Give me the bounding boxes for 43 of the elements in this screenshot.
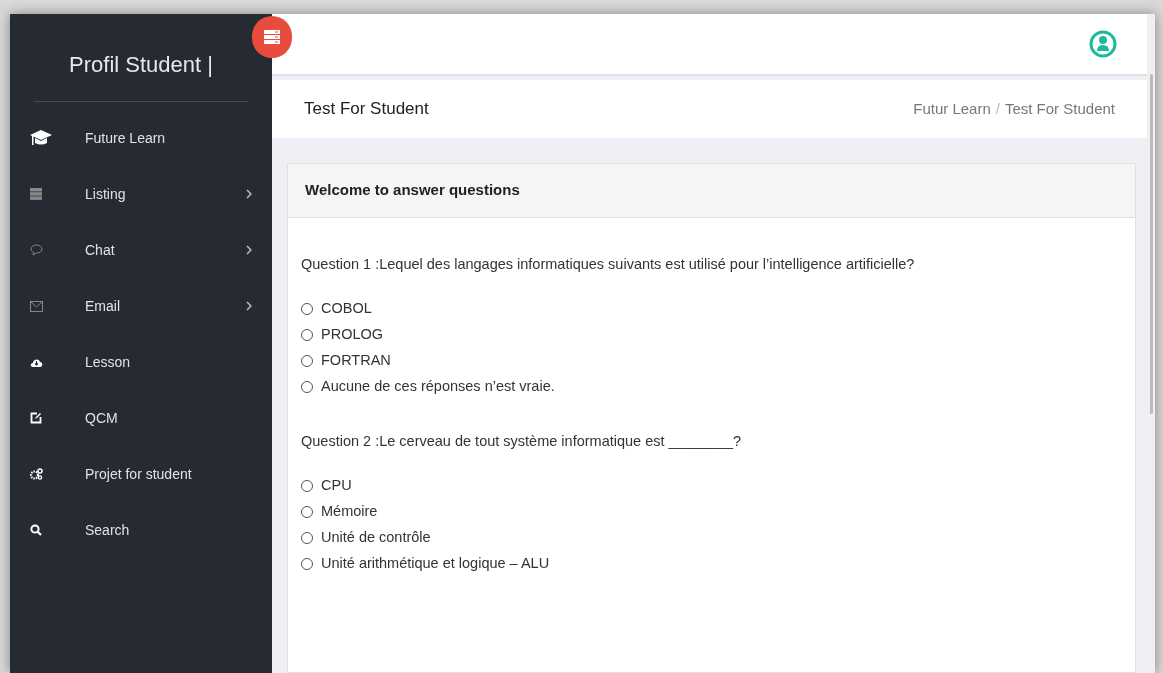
- breadcrumb-current: Test For Student: [1004, 98, 1115, 119]
- radio-button[interactable]: [301, 558, 313, 570]
- answer-option[interactable]: Unité arithmétique et logique – ALU: [301, 554, 1122, 574]
- sidebar-item[interactable]: Search: [10, 502, 272, 558]
- card-title: Welcome to answer questions: [305, 180, 520, 201]
- search-icon: [30, 524, 42, 536]
- graduation-cap-icon: [30, 129, 52, 147]
- radio-button[interactable]: [301, 506, 313, 518]
- menu-toggle-button[interactable]: [252, 16, 292, 58]
- sidebar-item[interactable]: Email: [10, 278, 272, 334]
- breadcrumb-separator: /: [994, 98, 1001, 119]
- envelope-icon: [30, 300, 43, 312]
- radio-button[interactable]: [301, 381, 313, 394]
- gears-icon: [30, 468, 43, 480]
- answer-option[interactable]: Mémoire: [301, 502, 1122, 522]
- server-icon: [30, 188, 42, 200]
- answer-option[interactable]: FORTRAN: [301, 351, 1122, 371]
- scrollbar-thumb[interactable]: [1149, 74, 1153, 414]
- breadcrumb-link[interactable]: Futur Learn: [913, 97, 991, 121]
- question-text: Question 2 :Le cerveau de tout système informatique est ________?: [301, 431, 743, 451]
- sidebar-item[interactable]: Projet for student: [10, 446, 272, 502]
- server-icon: [264, 29, 280, 45]
- radio-button[interactable]: [301, 329, 313, 342]
- answer-option[interactable]: CPU: [301, 476, 1122, 496]
- sidebar-item[interactable]: Listing: [10, 166, 272, 222]
- sidebar-item[interactable]: Chat: [10, 222, 272, 278]
- answer-option[interactable]: Aucune de ces réponses n’est vraie.: [301, 377, 1122, 397]
- page-title: Test For Student: [304, 98, 429, 121]
- answer-option[interactable]: COBOL: [301, 299, 1122, 319]
- radio-button[interactable]: [301, 303, 313, 316]
- answer-option[interactable]: Unité de contrôle: [301, 528, 1122, 548]
- cloud-download-icon: [30, 356, 43, 368]
- edit-icon: [30, 412, 42, 424]
- radio-button[interactable]: [301, 532, 313, 544]
- answer-option[interactable]: PROLOG: [301, 325, 1122, 345]
- sidebar-title: Profil Student |: [69, 51, 213, 79]
- sidebar-item[interactable]: Lesson: [10, 334, 272, 390]
- speech-bubble-icon: [30, 244, 43, 256]
- sidebar-item[interactable]: Future Learn: [10, 110, 272, 166]
- radio-button[interactable]: [301, 480, 313, 492]
- radio-button[interactable]: [301, 355, 313, 368]
- sidebar-item[interactable]: QCM: [10, 390, 272, 446]
- question-text: Question 1 :Lequel des langages informatiques suivants est utilisé pour l’intelligence artificielle?: [301, 255, 916, 274]
